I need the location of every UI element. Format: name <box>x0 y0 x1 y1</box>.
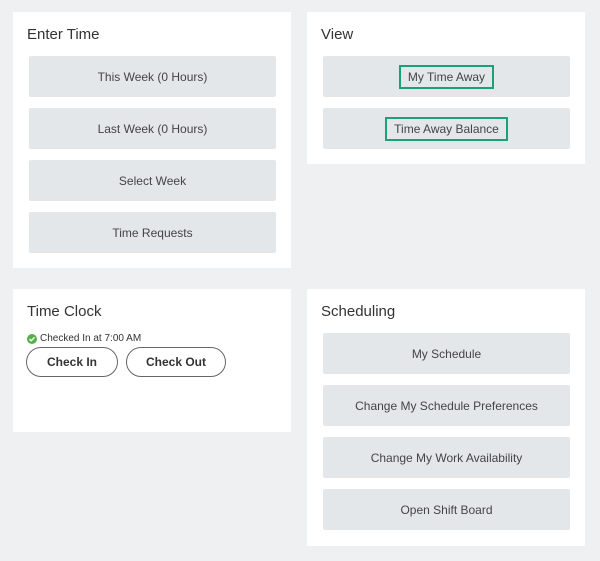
open-shift-board-label: Open Shift Board <box>400 502 493 517</box>
check-status: Checked In at 7:00 AM <box>27 333 141 344</box>
check-out-button[interactable]: Check Out <box>126 347 226 377</box>
view-card: View My Time Away Time Away Balance <box>307 12 585 164</box>
work-availability-label: Change My Work Availability <box>370 450 523 465</box>
check-in-label: Check In <box>46 355 97 369</box>
time-away-balance-label: Time Away Balance <box>385 116 508 141</box>
select-week-label: Select Week <box>118 173 187 188</box>
time-clock-card: Time Clock Checked In at 7:00 AM Check I… <box>13 289 291 432</box>
schedule-preferences-label: Change My Schedule Preferences <box>355 398 538 413</box>
this-week-button[interactable]: This Week (0 Hours) <box>29 56 276 97</box>
my-time-away-label: My Time Away <box>398 64 495 89</box>
enter-time-title: Enter Time <box>27 26 100 43</box>
my-time-away-button[interactable]: My Time Away <box>323 56 570 97</box>
last-week-label: Last Week (0 Hours) <box>97 121 208 136</box>
work-availability-button[interactable]: Change My Work Availability <box>323 437 570 478</box>
view-title: View <box>321 26 354 43</box>
time-requests-button[interactable]: Time Requests <box>29 212 276 253</box>
my-schedule-button[interactable]: My Schedule <box>323 333 570 374</box>
check-circle-icon <box>27 333 37 344</box>
time-requests-label: Time Requests <box>112 225 193 240</box>
scheduling-title: Scheduling <box>321 303 396 320</box>
scheduling-card: Scheduling My Schedule Change My Schedul… <box>307 289 585 546</box>
last-week-button[interactable]: Last Week (0 Hours) <box>29 108 276 149</box>
time-away-balance-button[interactable]: Time Away Balance <box>323 108 570 149</box>
this-week-label: This Week (0 Hours) <box>97 69 208 84</box>
check-out-label: Check Out <box>145 355 206 369</box>
time-clock-title: Time Clock <box>27 303 102 320</box>
open-shift-board-button[interactable]: Open Shift Board <box>323 489 570 530</box>
schedule-preferences-button[interactable]: Change My Schedule Preferences <box>323 385 570 426</box>
select-week-button[interactable]: Select Week <box>29 160 276 201</box>
check-status-text: Checked In at 7:00 AM <box>40 333 142 344</box>
enter-time-card: Enter Time This Week (0 Hours) Last Week… <box>13 12 291 268</box>
check-in-button[interactable]: Check In <box>26 347 118 377</box>
my-schedule-label: My Schedule <box>411 346 482 361</box>
